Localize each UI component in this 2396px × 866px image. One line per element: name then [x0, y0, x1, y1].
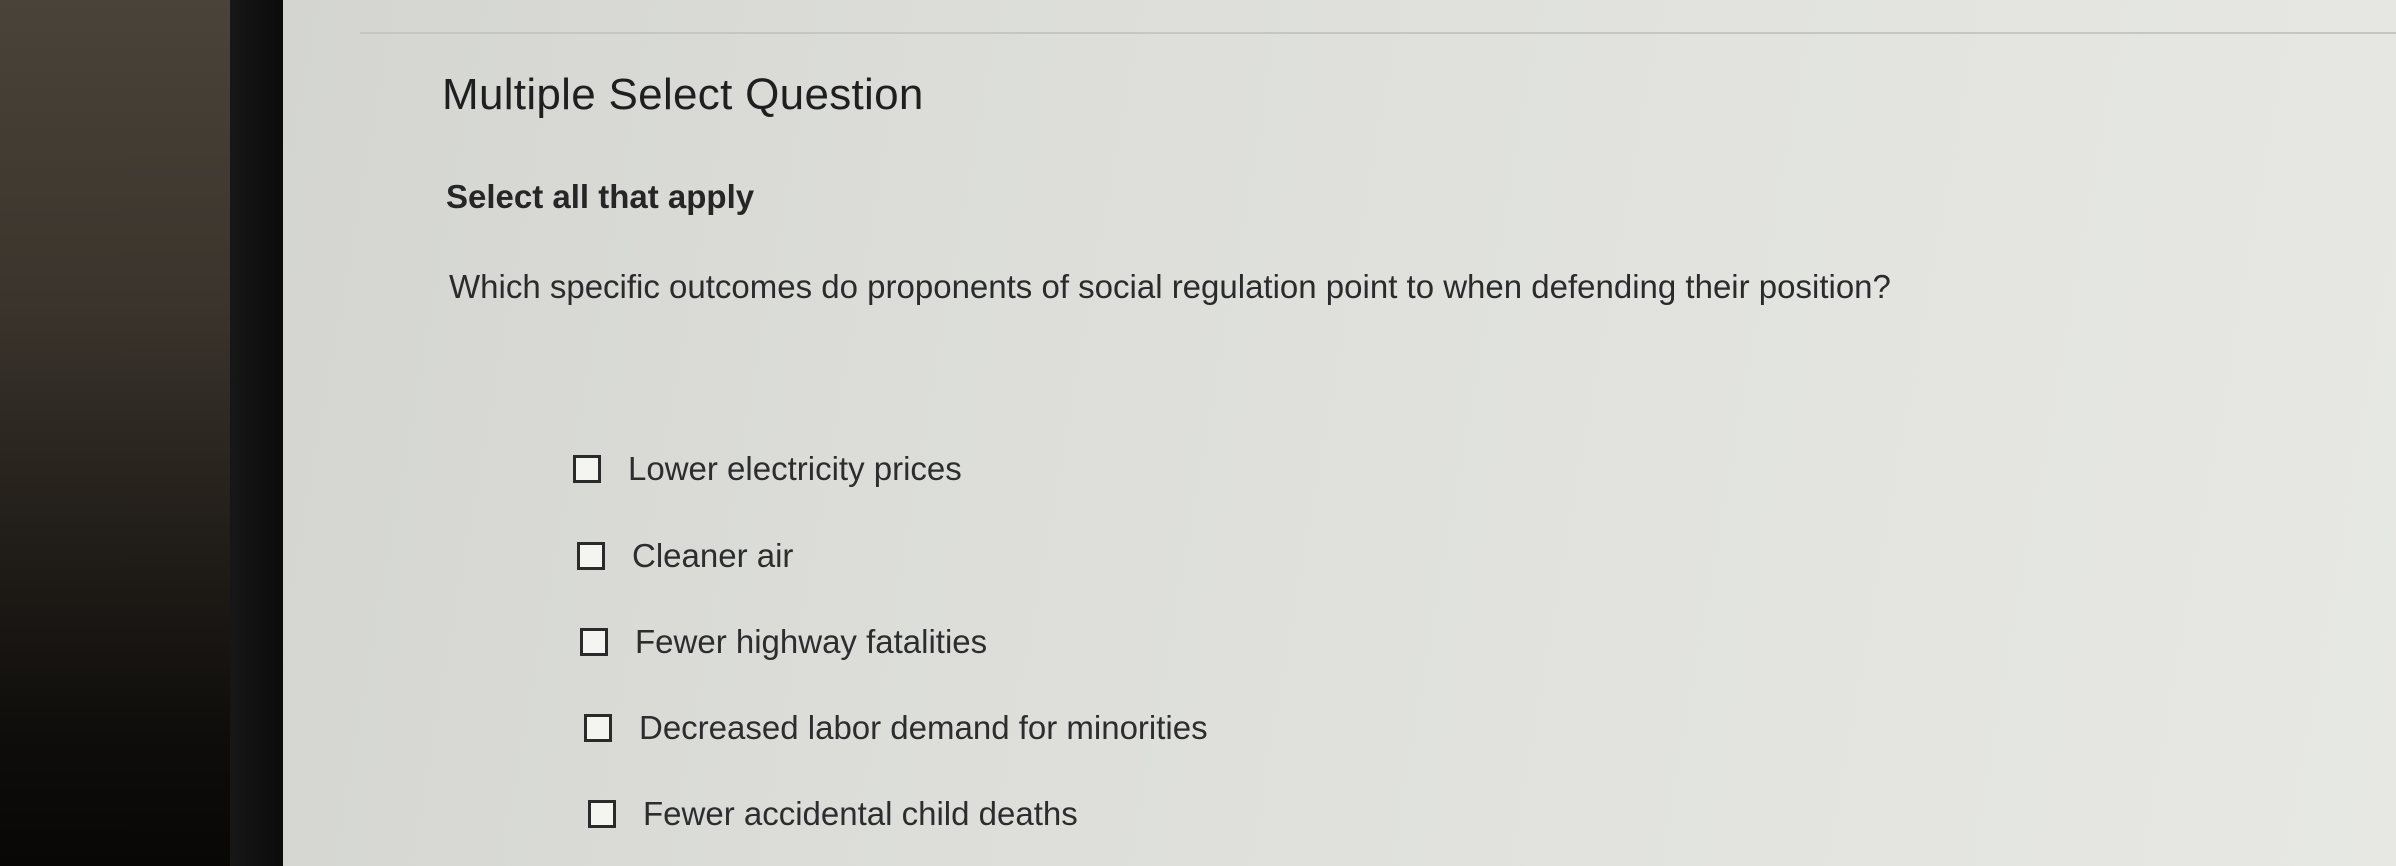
checkbox[interactable] — [573, 455, 601, 483]
answer-option-decreased-labor-demand[interactable]: Decreased labor demand for minorities — [584, 709, 1208, 747]
checkbox[interactable] — [588, 800, 616, 828]
question-prompt: Which specific outcomes do proponents of… — [449, 268, 1891, 305]
answer-option-fewer-highway-fatalities[interactable]: Fewer highway fatalities — [580, 623, 987, 661]
option-label: Fewer accidental child deaths — [643, 795, 1078, 832]
checkbox[interactable] — [577, 542, 605, 570]
checkbox[interactable] — [580, 628, 608, 656]
option-label: Cleaner air — [632, 537, 794, 574]
option-label: Lower electricity prices — [628, 450, 962, 487]
option-label: Fewer highway fatalities — [635, 623, 988, 660]
option-label: Decreased labor demand for minorities — [639, 709, 1208, 746]
answer-option-cleaner-air[interactable]: Cleaner air — [577, 537, 793, 575]
question-instruction: Select all that apply — [446, 178, 755, 215]
checkbox[interactable] — [584, 714, 612, 742]
answer-option-fewer-accidental-child-deaths[interactable]: Fewer accidental child deaths — [588, 795, 1078, 833]
header-divider — [360, 32, 2396, 34]
answer-option-lower-electricity-prices[interactable]: Lower electricity prices — [573, 450, 962, 488]
question-type-title: Multiple Select Question — [442, 70, 924, 119]
